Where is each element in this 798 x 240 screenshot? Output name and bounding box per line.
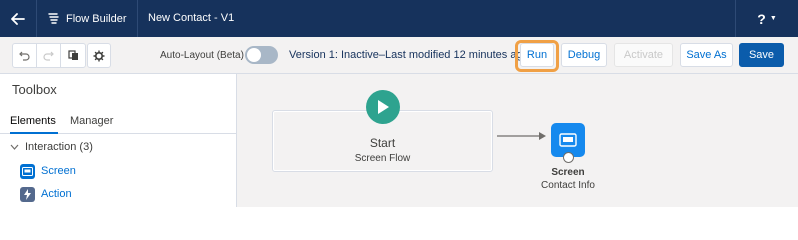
undo-icon: [19, 51, 30, 61]
copy-button[interactable]: [61, 44, 85, 67]
toggle-knob: [247, 48, 261, 62]
start-node-type: Screen Flow: [354, 153, 411, 164]
section-label: Interaction (3): [25, 141, 93, 153]
screen-node-label: Screen: [551, 167, 585, 178]
toolbox-panel: Toolbox Elements Manager Interaction (3)…: [0, 74, 237, 207]
autolayout-toggle[interactable]: [245, 46, 278, 64]
help-label: ?: [757, 10, 766, 27]
debug-button[interactable]: Debug: [561, 43, 607, 67]
flow-title: New Contact - V1: [148, 12, 235, 24]
activate-button[interactable]: Activate: [614, 43, 673, 67]
help-menu-button[interactable]: ? ▼: [735, 0, 798, 37]
tab-elements[interactable]: Elements: [10, 108, 58, 134]
section-interaction[interactable]: Interaction (3): [10, 141, 93, 153]
start-node-icon[interactable]: [366, 90, 400, 124]
lightning-icon: [20, 186, 35, 202]
arrow-left-icon: [11, 12, 25, 25]
chevron-down-icon: ▼: [769, 15, 777, 22]
autolayout-label: Auto-Layout (Beta): [160, 50, 244, 61]
toolbox-item-label: Screen: [41, 165, 76, 177]
flow-icon: [48, 12, 59, 24]
toolbox-item-action[interactable]: Action: [20, 186, 72, 202]
screen-icon: [20, 163, 35, 179]
start-node-label: Start: [369, 136, 396, 150]
screen-node-sub: Contact Info: [541, 180, 595, 191]
play-icon: [378, 100, 389, 114]
redo-button[interactable]: [37, 44, 61, 67]
app-brand: Flow Builder: [38, 0, 138, 37]
connector-arrow: [497, 132, 546, 140]
gear-icon: [93, 50, 105, 61]
chevron-down-icon: [10, 141, 19, 153]
connector-handle[interactable]: [563, 152, 574, 163]
toolbox-title: Toolbox: [12, 82, 57, 97]
toolbox-tabs: Elements Manager: [0, 108, 236, 134]
app-name: Flow Builder: [66, 12, 127, 25]
undo-button[interactable]: [13, 44, 37, 67]
save-as-button[interactable]: Save As: [680, 43, 733, 67]
app-header: Flow Builder New Contact - V1 ? ▼: [0, 0, 798, 37]
screen-icon: [559, 133, 577, 147]
toolbox-item-screen[interactable]: Screen: [20, 163, 76, 179]
tab-manager[interactable]: Manager: [70, 108, 113, 134]
save-button[interactable]: Save: [739, 43, 784, 67]
edit-button-group: [12, 43, 86, 68]
toolbox-item-label: Action: [41, 188, 72, 200]
settings-button[interactable]: [87, 43, 111, 68]
back-button[interactable]: [0, 0, 37, 37]
run-button-highlight: [515, 40, 559, 72]
toolbar: Auto-Layout (Beta) Version 1: Inactive–L…: [0, 37, 798, 74]
redo-icon: [43, 51, 54, 61]
version-status: Version 1: Inactive–Last modified 12 min…: [289, 49, 529, 61]
copy-icon: [67, 50, 78, 60]
